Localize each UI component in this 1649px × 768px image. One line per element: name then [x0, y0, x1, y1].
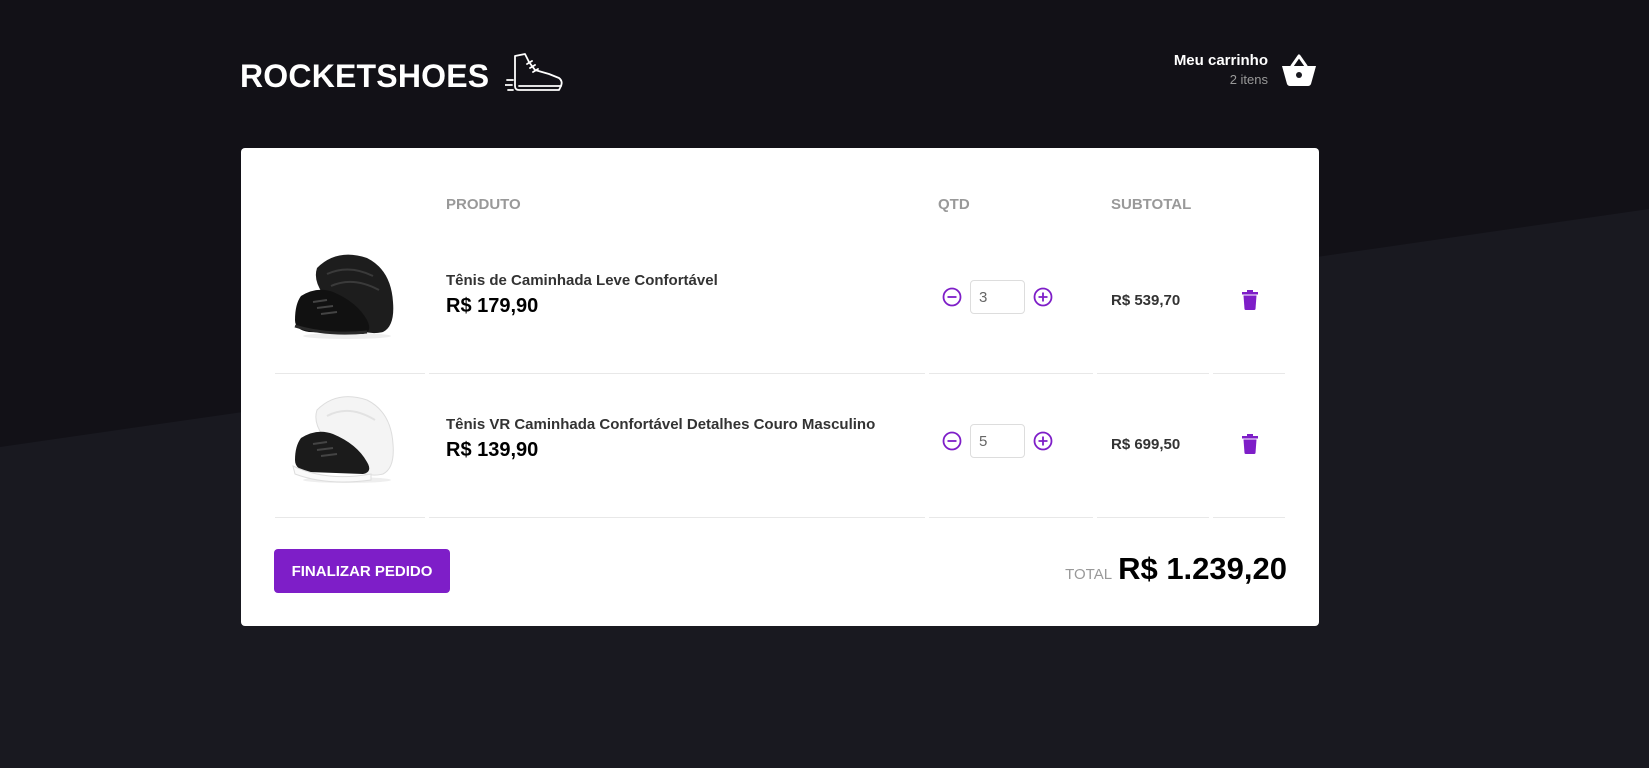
cart-item-row: Tênis VR Caminhada Confortável Detalhes …	[275, 374, 1285, 518]
cart-item-count: 2 itens	[1229, 71, 1268, 87]
shoe-black-white-sole-icon	[292, 396, 394, 483]
row-divider	[275, 516, 1285, 518]
column-header-qty: QTD	[938, 196, 970, 213]
item-subtotal: R$ 539,70	[1111, 292, 1181, 309]
column-header-product: PRODUTO	[446, 196, 521, 213]
delete-item-button[interactable]	[1241, 433, 1259, 455]
increment-button[interactable]	[1033, 431, 1053, 451]
checkout-button[interactable]: Finalizar pedido	[274, 549, 450, 593]
shoe-black-icon	[294, 254, 394, 339]
delete-item-button[interactable]	[1241, 289, 1259, 311]
total-value: R$ 1.239,20	[1118, 551, 1287, 586]
decrement-button[interactable]	[942, 431, 962, 451]
quantity-stepper	[942, 280, 1053, 314]
cart-item-row: Tênis de Caminhada Leve Confortável R$ 1…	[275, 230, 1285, 374]
product-price: R$ 179,90	[446, 295, 539, 317]
product-name: Tênis VR Caminhada Confortável Detalhes …	[446, 416, 876, 433]
quantity-input[interactable]	[970, 424, 1025, 458]
product-name: Tênis de Caminhada Leve Confortável	[446, 272, 718, 289]
product-price: R$ 139,90	[446, 439, 539, 461]
order-total: TOTAL R$ 1.239,20	[1065, 551, 1287, 587]
cart-panel: PRODUTO QTD SUBTOTAL Tênis de Caminhada …	[241, 148, 1319, 626]
decrement-button[interactable]	[942, 287, 962, 307]
home-logo-link[interactable]: ROCKETSHOES	[240, 53, 565, 96]
total-label: TOTAL	[1065, 566, 1113, 583]
cart-link[interactable]: Meu carrinho 2 itens	[1174, 50, 1318, 88]
column-header-subtotal: SUBTOTAL	[1111, 196, 1192, 213]
quantity-stepper	[942, 424, 1053, 458]
shopping-basket-icon	[1282, 54, 1316, 86]
quantity-input[interactable]	[970, 280, 1025, 314]
brand-name: ROCKETSHOES	[240, 57, 490, 94]
cart-title: Meu carrinho	[1173, 51, 1268, 69]
product-info: Tênis VR Caminhada Confortável Detalhes …	[446, 416, 875, 462]
product-info: Tênis de Caminhada Leve Confortável R$ 1…	[446, 272, 718, 318]
running-shoe-logo-icon	[505, 53, 563, 91]
cart-info: Meu carrinho 2 itens	[1174, 52, 1268, 87]
item-subtotal: R$ 699,50	[1111, 436, 1181, 453]
increment-button[interactable]	[1033, 287, 1053, 307]
